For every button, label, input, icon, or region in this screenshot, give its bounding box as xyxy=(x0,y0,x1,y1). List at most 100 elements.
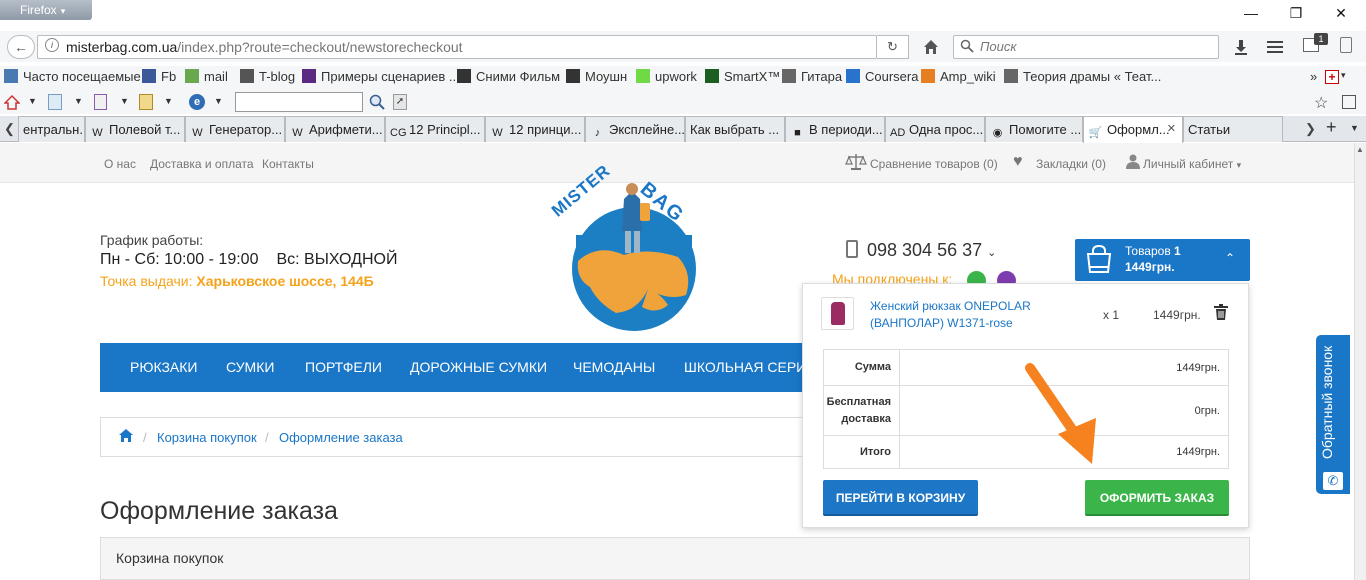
tab-favicon-icon: CG xyxy=(390,127,407,139)
product-name-link[interactable]: Женский рюкзак ONEPOLAR (ВАНПОЛАР) W1371… xyxy=(870,298,1050,332)
user-icon xyxy=(1126,154,1140,172)
clipboard-icon[interactable] xyxy=(139,94,153,110)
browser-tab[interactable]: ♪ Эксплейне... xyxy=(585,116,685,142)
toolbar-search-input[interactable] xyxy=(235,92,363,112)
bookmark-item[interactable]: Примеры сценариев ... xyxy=(302,69,460,84)
browser-tab[interactable]: W 12 принци... xyxy=(485,116,585,142)
menu-item-briefcases[interactable]: ПОРТФЕЛИ xyxy=(305,359,382,375)
bookmark-item[interactable]: upwork xyxy=(636,69,697,84)
bookmark-item[interactable]: mail xyxy=(185,69,228,84)
scroll-tabs-right-icon[interactable]: ❯ xyxy=(1305,121,1316,137)
bookmark-item[interactable]: T-blog xyxy=(240,69,295,84)
top-link-contacts[interactable]: Контакты xyxy=(262,157,314,171)
header-cart-button[interactable]: Товаров 1 1449грн. ⌃ xyxy=(1075,239,1250,281)
site-info-icon[interactable]: i xyxy=(45,38,59,52)
browser-tab[interactable]: W Арифмети... xyxy=(285,116,385,142)
tab-favicon-icon: W xyxy=(492,127,503,139)
bookmark-item[interactable]: Coursera xyxy=(846,69,918,84)
breadcrumb-cart[interactable]: Корзина покупок xyxy=(157,430,257,445)
browser-tab[interactable]: AD Одна прос... xyxy=(885,116,985,142)
menu-item-bags[interactable]: СУМКИ xyxy=(226,359,274,375)
new-tab-button[interactable]: + xyxy=(1326,117,1337,138)
totals-label: Бесплатная доставка xyxy=(824,386,900,435)
tab-label: Генератор... xyxy=(209,122,283,137)
browser-tab[interactable]: CG 12 Principl... xyxy=(385,116,485,142)
home-icon[interactable] xyxy=(918,31,944,62)
close-window-button[interactable]: ✕ xyxy=(1319,2,1363,24)
tab-favicon-icon: ◉ xyxy=(992,127,1003,139)
bookmark-item[interactable]: Гитара xyxy=(782,69,842,84)
product-thumbnail[interactable] xyxy=(821,297,854,330)
search-input[interactable]: Поиск xyxy=(953,35,1219,59)
search-icon xyxy=(960,39,974,56)
chevron-down-icon[interactable]: ▼ xyxy=(28,96,37,106)
scroll-up-icon[interactable]: ▲ xyxy=(1354,143,1366,157)
document-icon[interactable] xyxy=(94,94,107,110)
chevron-down-icon[interactable]: ▼ xyxy=(74,96,83,106)
bookmark-label: Amp_wiki xyxy=(940,69,996,84)
bookmark-item[interactable]: Fb xyxy=(142,69,176,84)
reload-button[interactable]: ↻ xyxy=(877,35,909,59)
totals-value: 0грн. xyxy=(1194,404,1220,417)
addon-plus-icon[interactable]: + xyxy=(1325,70,1339,84)
globe-icon xyxy=(782,69,796,83)
browser-tab[interactable]: W Генератор... xyxy=(185,116,285,142)
breadcrumb-checkout[interactable]: Оформление заказа xyxy=(279,430,403,445)
menu-item-travel-bags[interactable]: ДОРОЖНЫЕ СУМКИ xyxy=(410,359,547,375)
bookmark-item[interactable]: Amp_wiki xyxy=(921,69,996,84)
browser-tab[interactable]: 🛒 Оформл... ✕ xyxy=(1083,116,1183,143)
top-link-delivery[interactable]: Доставка и оплата xyxy=(150,157,254,171)
page-icon[interactable] xyxy=(48,94,62,110)
trash-icon[interactable] xyxy=(1214,304,1228,320)
minimize-button[interactable]: — xyxy=(1229,2,1273,24)
title-bar xyxy=(0,0,1366,27)
bookmark-item[interactable]: Часто посещаемые xyxy=(4,69,141,84)
download-icon[interactable] xyxy=(1228,31,1254,62)
menu-item-school[interactable]: ШКОЛЬНАЯ СЕРИЯ xyxy=(684,359,805,375)
bookmark-item[interactable]: SmartX™ xyxy=(705,69,780,84)
bookmark-star-icon[interactable]: ☆ xyxy=(1314,93,1328,113)
page-scrollbar[interactable] xyxy=(1354,143,1366,580)
go-to-cart-button[interactable]: ПЕРЕЙТИ В КОРЗИНУ xyxy=(823,480,978,516)
chevron-down-icon[interactable]: ▼ xyxy=(120,96,129,106)
home-red-icon[interactable] xyxy=(3,94,21,113)
chevron-down-icon[interactable]: ▼ xyxy=(164,96,173,106)
browser-logo-icon[interactable]: e xyxy=(189,94,205,110)
bookmark-item[interactable]: Моушн xyxy=(566,69,627,84)
bookmark-label: Часто посещаемые xyxy=(23,69,141,84)
phone-number[interactable]: 098 304 56 37 ⌄ xyxy=(867,240,996,261)
menu-item-suitcases[interactable]: ЧЕМОДАНЫ xyxy=(573,359,655,375)
chevron-down-icon[interactable]: ▼ xyxy=(1350,123,1359,133)
top-link-about[interactable]: О нас xyxy=(104,157,136,171)
firefox-menu-button[interactable]: Firefox ▾ xyxy=(0,0,92,20)
account-link[interactable]: Личный кабинет ▾ xyxy=(1143,157,1241,171)
tab-favicon-icon: 🛒 xyxy=(1088,127,1103,139)
globe-icon xyxy=(1004,69,1018,83)
menu-icon[interactable] xyxy=(1262,31,1288,62)
close-tab-icon[interactable]: ✕ xyxy=(1167,122,1176,135)
bookmark-item[interactable]: Теория драмы « Теат... xyxy=(1004,69,1161,84)
checkout-button[interactable]: ОФОРМИТЬ ЗАКАЗ xyxy=(1085,480,1229,516)
browser-tab[interactable]: ■ В периоди... xyxy=(785,116,885,142)
compare-link[interactable]: Сравнение товаров (0) xyxy=(870,157,998,171)
overflow-chevron-icon[interactable]: » xyxy=(1310,69,1317,84)
cursor-icon[interactable]: ➚ xyxy=(393,94,407,110)
callback-tab[interactable]: Обратный звонок ✆ xyxy=(1316,335,1350,494)
browser-tab[interactable]: ◉ Помогите ... xyxy=(985,116,1083,142)
scroll-tabs-left-icon[interactable]: ❮ xyxy=(4,121,15,137)
chevron-down-icon[interactable]: ▾ xyxy=(1341,70,1346,81)
bookmarks-link[interactable]: Закладки (0) xyxy=(1036,157,1106,171)
zoom-search-icon[interactable] xyxy=(369,94,385,113)
browser-tab[interactable]: W Полевой т... xyxy=(85,116,185,142)
back-button[interactable]: ← xyxy=(7,35,35,59)
library-icon[interactable] xyxy=(1342,95,1356,109)
browser-tab[interactable]: ентральн... xyxy=(18,116,85,142)
sidebar-icon[interactable] xyxy=(1340,37,1352,53)
bookmark-item[interactable]: Сними Фильм xyxy=(457,69,560,84)
chevron-down-icon[interactable]: ▼ xyxy=(214,96,223,106)
browser-tab[interactable]: Как выбрать ... xyxy=(685,116,785,142)
browser-tab[interactable]: Статьи xyxy=(1183,116,1283,142)
menu-item-backpacks[interactable]: РЮКЗАКИ xyxy=(130,359,198,375)
home-icon[interactable] xyxy=(119,429,133,445)
maximize-button[interactable]: ❐ xyxy=(1274,2,1318,24)
